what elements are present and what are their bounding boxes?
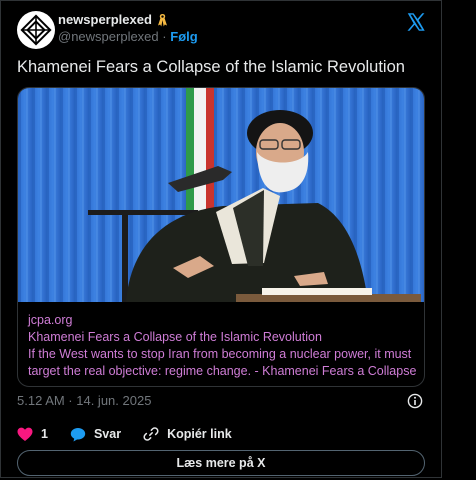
post-timestamp[interactable]: 5.12 AM · 14. jun. 2025 — [17, 393, 151, 408]
follow-button[interactable]: Følg — [170, 29, 197, 44]
ribbon-icon — [157, 13, 167, 26]
info-icon[interactable] — [407, 393, 423, 409]
link-icon — [143, 427, 159, 441]
card-description-line-2[interactable]: target the real objective: regime change… — [28, 363, 418, 380]
post-text: Khamenei Fears a Collapse of the Islamic… — [17, 58, 405, 76]
like-button[interactable]: 1 — [17, 427, 48, 442]
reply-button[interactable]: Svar — [70, 427, 121, 442]
heart-icon — [17, 427, 33, 441]
card-title[interactable]: Khamenei Fears a Collapse of the Islamic… — [28, 329, 418, 346]
handle-row: @newsperplexed · Følg — [58, 29, 198, 44]
card-image[interactable] — [18, 88, 425, 302]
reply-icon — [70, 427, 86, 441]
action-bar: 1 Svar Kopiér link — [17, 424, 254, 444]
post-header: newsperplexed @newsperplexed · Følg — [17, 11, 427, 49]
like-count: 1 — [41, 427, 48, 441]
copy-link-label: Kopiér link — [167, 427, 232, 441]
display-name[interactable]: newsperplexed — [58, 12, 152, 27]
separator: · — [162, 29, 167, 44]
avatar-logo-icon — [20, 14, 52, 46]
link-card[interactable]: jcpa.org Khamenei Fears a Collapse of th… — [17, 87, 425, 387]
avatar[interactable] — [17, 11, 55, 49]
copy-link-button[interactable]: Kopiér link — [143, 426, 232, 442]
reply-label: Svar — [93, 427, 122, 441]
display-name-row[interactable]: newsperplexed — [58, 12, 168, 27]
learn-more-button[interactable]: Læs mere på X — [17, 450, 425, 476]
embedded-post: newsperplexed @newsperplexed · Følg Kham… — [0, 0, 442, 478]
x-logo-icon[interactable] — [405, 11, 427, 33]
handle[interactable]: @newsperplexed — [58, 29, 159, 44]
card-text[interactable]: jcpa.org Khamenei Fears a Collapse of th… — [28, 312, 418, 380]
card-domain[interactable]: jcpa.org — [28, 312, 418, 329]
card-description-line-1[interactable]: If the West wants to stop Iran from beco… — [28, 346, 418, 363]
